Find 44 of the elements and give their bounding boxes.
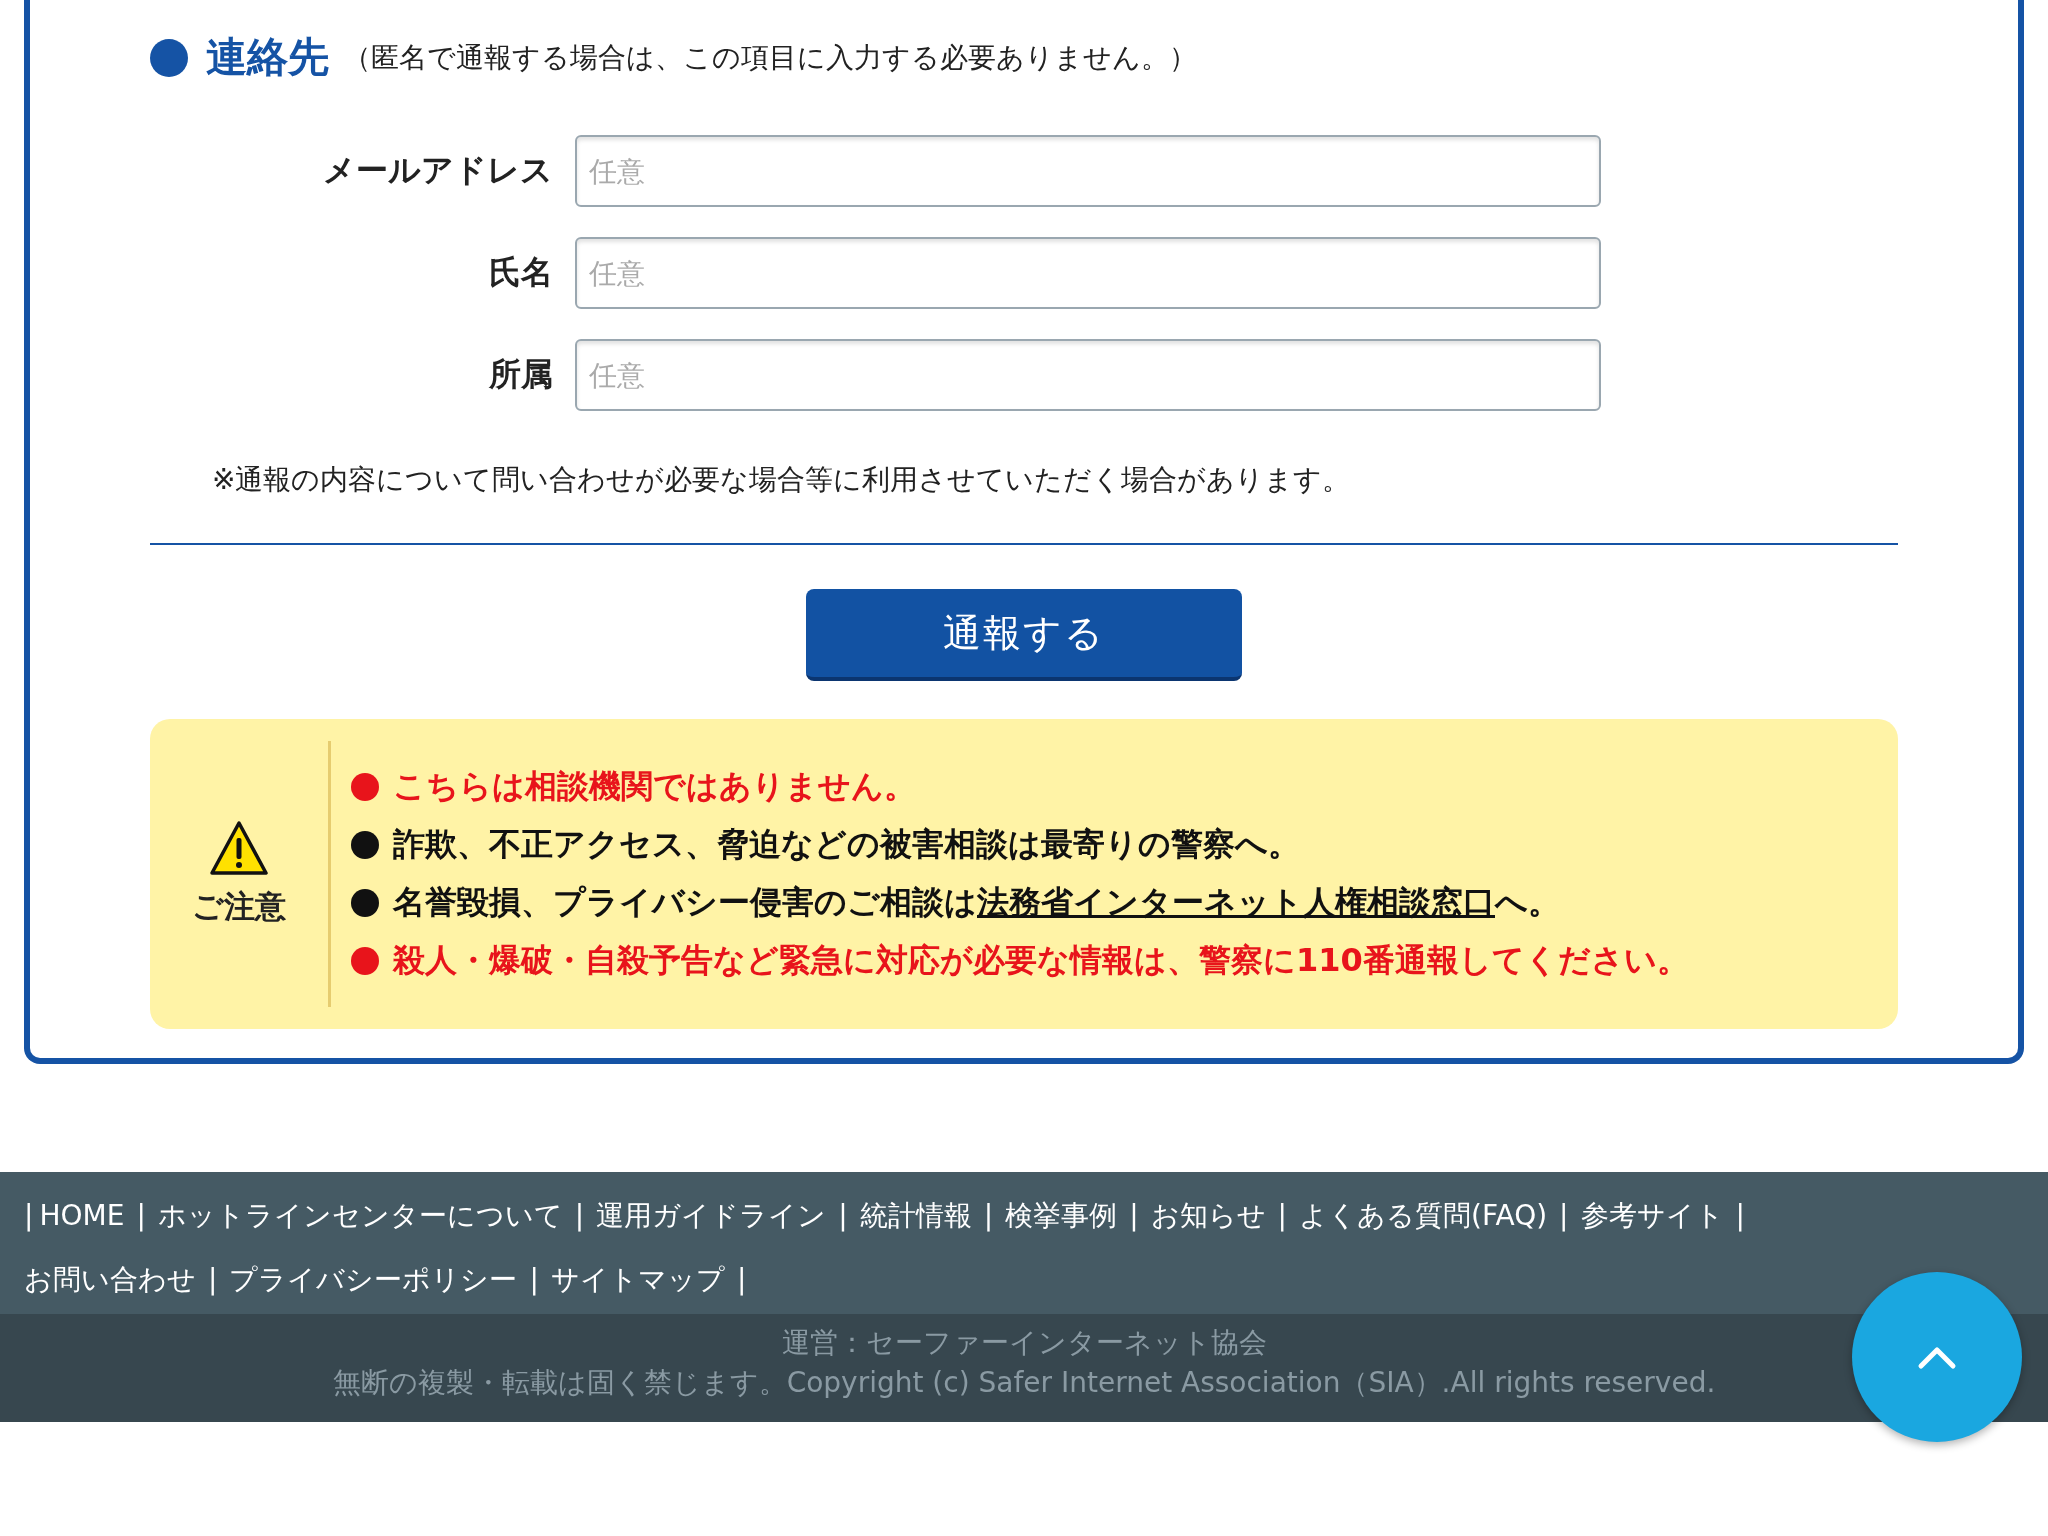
separator-text: |: [1559, 1198, 1569, 1234]
footer-link[interactable]: 運用ガイドライン: [596, 1196, 827, 1236]
notice-text: こちらは相談機関ではありません。: [393, 766, 916, 807]
separator-text: |: [736, 1262, 747, 1298]
operator-text: 運営：セーファーインターネット協会: [781, 1325, 1267, 1361]
field-label: 氏名: [488, 252, 554, 293]
notice-heading: ご注意: [192, 887, 286, 926]
footer-link[interactable]: HOME: [39, 1196, 125, 1236]
input-field[interactable]: 任意: [575, 135, 1601, 207]
notice-text: 殺人・爆破・自殺予告など緊急に対応が必要な情報は、警察に110番通報してください。: [393, 940, 1689, 981]
warning-icon: [209, 820, 269, 876]
input-field[interactable]: 任意: [575, 237, 1601, 309]
section-subtitle: （匿名で通報する場合は、この項目に入力する必要ありません。）: [343, 39, 1197, 76]
link[interactable]: 法務省インターネット人権相談窓口: [977, 883, 1495, 921]
notice-text: 詐欺、不正アクセス、脅迫などの被害相談は最寄りの警察へ。: [393, 824, 1300, 865]
separator-text: |: [983, 1198, 994, 1234]
footer-link[interactable]: サイトマップ: [550, 1260, 725, 1300]
footer-link[interactable]: お問い合わせ: [24, 1260, 196, 1300]
separator-text: |: [1129, 1198, 1139, 1234]
footer-link[interactable]: 参考サイト: [1580, 1196, 1724, 1236]
separator-text: |: [838, 1198, 848, 1234]
separator-text: |: [136, 1198, 146, 1234]
separator-text: |: [529, 1262, 539, 1298]
chevron-up-icon: [1917, 1344, 1957, 1370]
separator-text: |: [208, 1262, 218, 1298]
footer-link[interactable]: よくある質問(FAQ): [1299, 1196, 1548, 1236]
footer-link[interactable]: 検挙事例: [1005, 1196, 1118, 1236]
separator-text: |: [1735, 1198, 1745, 1234]
field-label: メールアドレス: [322, 150, 554, 191]
field-label: 所属: [488, 354, 554, 395]
separator-text: |: [24, 1198, 34, 1234]
submit-button[interactable]: 通報する: [806, 589, 1242, 681]
footer-link[interactable]: ホットラインセンターについて: [157, 1196, 563, 1236]
footer-link[interactable]: 統計情報: [859, 1196, 972, 1236]
copyright-text: 無断の複製・転載は固く禁じます。Copyright (c) Safer Internet Association（SIA）.All rights reserved.: [332, 1365, 1716, 1401]
input-field[interactable]: 任意: [575, 339, 1601, 411]
notice-text: 名誉毀損、プライバシー侵害のご相談は法務省インターネット人権相談窓口へ。: [393, 882, 1560, 923]
section-title: 連絡先: [206, 32, 329, 83]
note-text: ※通報の内容について問い合わせが必要な場合等に利用させていただく場合があります。: [212, 462, 1352, 498]
footer-link[interactable]: お知らせ: [1150, 1196, 1266, 1236]
bullet-icon: [150, 38, 188, 77]
separator-text: |: [1277, 1198, 1287, 1234]
footer-link[interactable]: プライバシーポリシー: [229, 1260, 518, 1300]
separator-text: |: [574, 1198, 585, 1234]
